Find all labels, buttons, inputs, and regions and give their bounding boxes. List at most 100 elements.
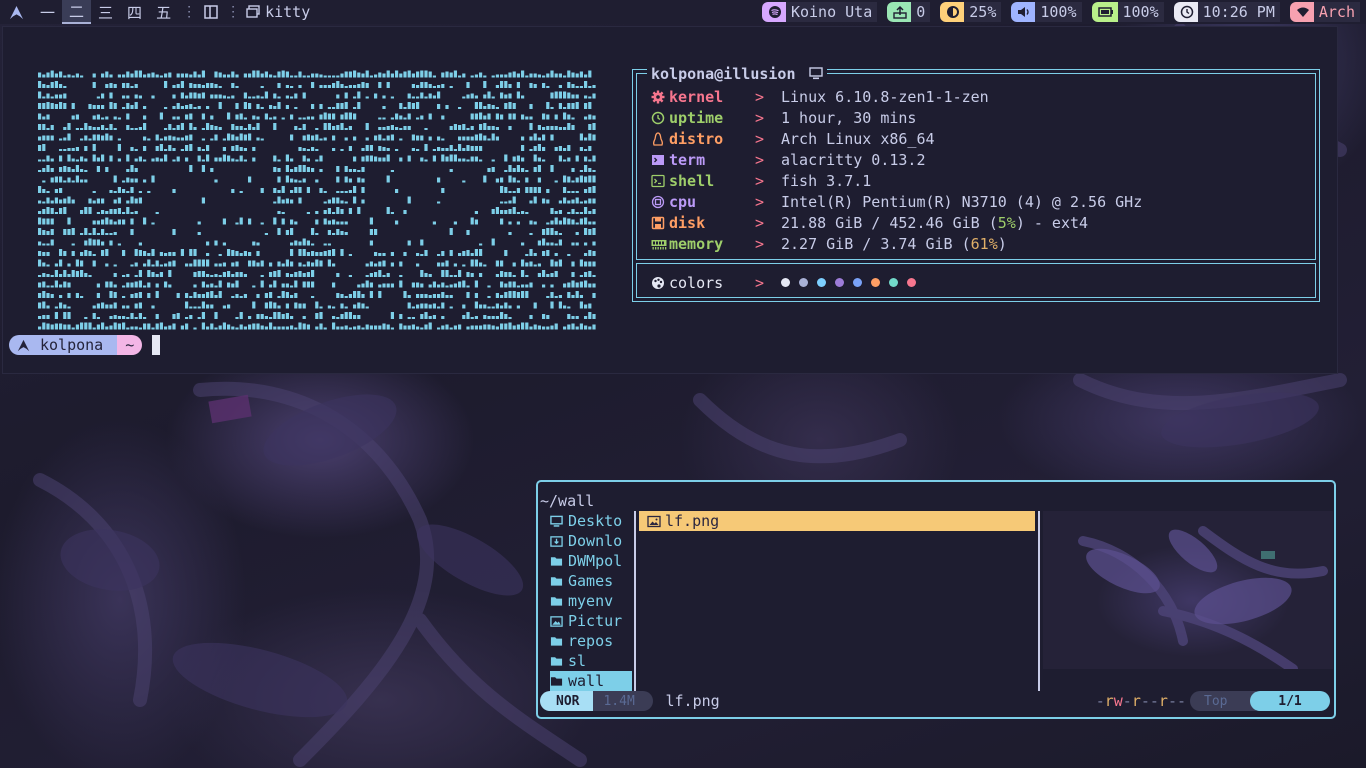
lf-status-bar: NOR 1.4M lf.png -rw-r--r-- Top 1/1 [540, 691, 1332, 711]
workspace-4[interactable]: 四 [120, 0, 149, 24]
row-arrow: > [755, 150, 765, 169]
battery-value: 100% [1117, 2, 1164, 22]
folder-icon [550, 595, 568, 607]
info-value-text: ) - ext4 [1015, 213, 1089, 232]
row-arrow: > [755, 171, 765, 190]
info-row-distro: distro > Arch Linux x86_64 [651, 128, 935, 149]
arch-logo-icon [17, 339, 30, 351]
directory-entry[interactable]: wall [550, 671, 632, 691]
volume-value: 100% [1035, 2, 1082, 22]
row-arrow: > [755, 213, 765, 232]
kitty-terminal-window[interactable]: kolpona@illusion kernel > Linux 6.10.8-zen… [2, 26, 1338, 374]
current-directory-list[interactable]: lf.png [639, 511, 1035, 531]
info-value: 21.88 GiB / 452.46 GiB (5%) - ext4 [781, 214, 1088, 232]
terminal-icon [651, 153, 669, 167]
parent-directory-list[interactable]: Deskto Downlo DWMpol Games myenv Pictur repos s… [550, 511, 632, 691]
info-key: term [669, 150, 706, 169]
item-label: sl [568, 652, 587, 670]
directory-entry[interactable]: Games [550, 571, 632, 591]
workspace-1[interactable]: 一 [33, 0, 62, 24]
color-palette [781, 278, 925, 287]
color-swatch [889, 278, 898, 287]
color-swatch [907, 278, 916, 287]
palette-icon [651, 276, 669, 290]
row-arrow: > [755, 87, 765, 106]
directory-entry[interactable]: Downlo [550, 531, 632, 551]
info-value: fish 3.7.1 [781, 171, 872, 190]
layout-icon[interactable] [200, 5, 222, 19]
updates-widget[interactable]: 0 [887, 2, 934, 22]
color-swatch [853, 278, 862, 287]
directory-entry[interactable]: sl [550, 651, 632, 671]
brightness-widget[interactable]: 25% [940, 2, 1005, 22]
row-arrow: > [755, 192, 765, 211]
directory-entry[interactable]: Deskto [550, 511, 632, 531]
directory-entry[interactable]: repos [550, 631, 632, 651]
disk-icon [651, 216, 669, 230]
memory-icon [651, 238, 669, 250]
clock-time: 10:26 PM [1197, 2, 1280, 22]
battery-widget[interactable]: 100% [1091, 2, 1168, 22]
shell-prompt[interactable]: kolpona ~ [9, 335, 161, 355]
info-row-cpu: cpu > Intel(R) Pentium(R) N3710 (4) @ 2.56… [651, 191, 1142, 212]
spotify-widget[interactable]: Koino Uta [761, 2, 881, 22]
info-row-memory: memory >2.27 GiB / 3.74 GiB (61%) [651, 233, 1007, 254]
column-divider [1038, 511, 1040, 691]
fastfetch-colors-panel: colors > [636, 263, 1316, 298]
user-host: kolpona@illusion [651, 65, 796, 83]
info-key: distro [669, 129, 724, 148]
row-arrow: > [755, 234, 765, 253]
fastfetch-info-panel: kolpona@illusion kernel > Linux 6.10.8-zen… [636, 65, 1316, 260]
color-swatch [835, 278, 844, 287]
status-widgets: Koino Uta 0 25% 100% 100% 10:26 PM Arch [761, 2, 1364, 22]
colors-label: colors [669, 273, 724, 292]
upload-icon [887, 2, 912, 22]
folder-icon [550, 655, 568, 667]
gear-icon [651, 90, 669, 104]
usage-percent: 5% [997, 213, 1016, 232]
battery-icon [1091, 2, 1118, 22]
mode-indicator: NOR [540, 691, 594, 711]
brightness-value: 25% [964, 2, 1002, 22]
folder-icon [550, 635, 568, 647]
row-arrow: > [755, 129, 765, 148]
prompt-user: kolpona [40, 336, 104, 354]
cpu-icon [651, 195, 669, 209]
workspace-5[interactable]: 五 [149, 0, 178, 24]
item-label: Pictur [568, 612, 623, 630]
info-value-text: ) [997, 234, 1007, 253]
info-key: disk [669, 213, 706, 232]
folder-icon [550, 555, 568, 567]
usage-percent: 61% [970, 234, 998, 253]
info-row-disk: disk >21.88 GiB / 452.46 GiB (5%) - ext4 [651, 212, 1088, 233]
item-label: myenv [568, 592, 614, 610]
volume-icon [1011, 2, 1036, 22]
colors-row: colors > [651, 272, 925, 293]
workspace-2[interactable]: 二 [62, 0, 92, 24]
file-entry[interactable]: lf.png [639, 511, 1035, 531]
folder-icon [550, 575, 568, 587]
arch-logo-icon[interactable] [0, 0, 33, 24]
selected-file-name: lf.png [665, 692, 720, 710]
image-file-icon [647, 515, 665, 528]
info-value: Arch Linux x86_64 [781, 129, 935, 148]
window-title: kitty [265, 3, 311, 21]
volume-widget[interactable]: 100% [1011, 2, 1085, 22]
directory-entry[interactable]: myenv [550, 591, 632, 611]
item-label: repos [568, 632, 614, 650]
directory-entry[interactable]: DWMpol [550, 551, 632, 571]
scroll-indicator: Top [1190, 691, 1256, 711]
workspace-3[interactable]: 三 [91, 0, 120, 24]
info-row-kernel: kernel > Linux 6.10.8-zen1-1-zen [651, 86, 989, 107]
column-divider [634, 511, 636, 691]
spotify-track: Koino Uta [785, 2, 878, 22]
item-label: Games [568, 572, 614, 590]
network-widget[interactable]: Arch [1289, 2, 1364, 22]
monitor-icon [808, 66, 823, 84]
penguin-icon [651, 131, 669, 146]
prompt-dir-segment: ~ [117, 335, 143, 355]
lf-file-manager-window[interactable]: ~/wall Deskto Downlo DWMpol Games myenv Pictu… [536, 480, 1336, 719]
directory-entry[interactable]: Pictur [550, 611, 632, 631]
item-label: Downlo [568, 532, 623, 550]
clock-widget[interactable]: 10:26 PM [1173, 2, 1284, 22]
